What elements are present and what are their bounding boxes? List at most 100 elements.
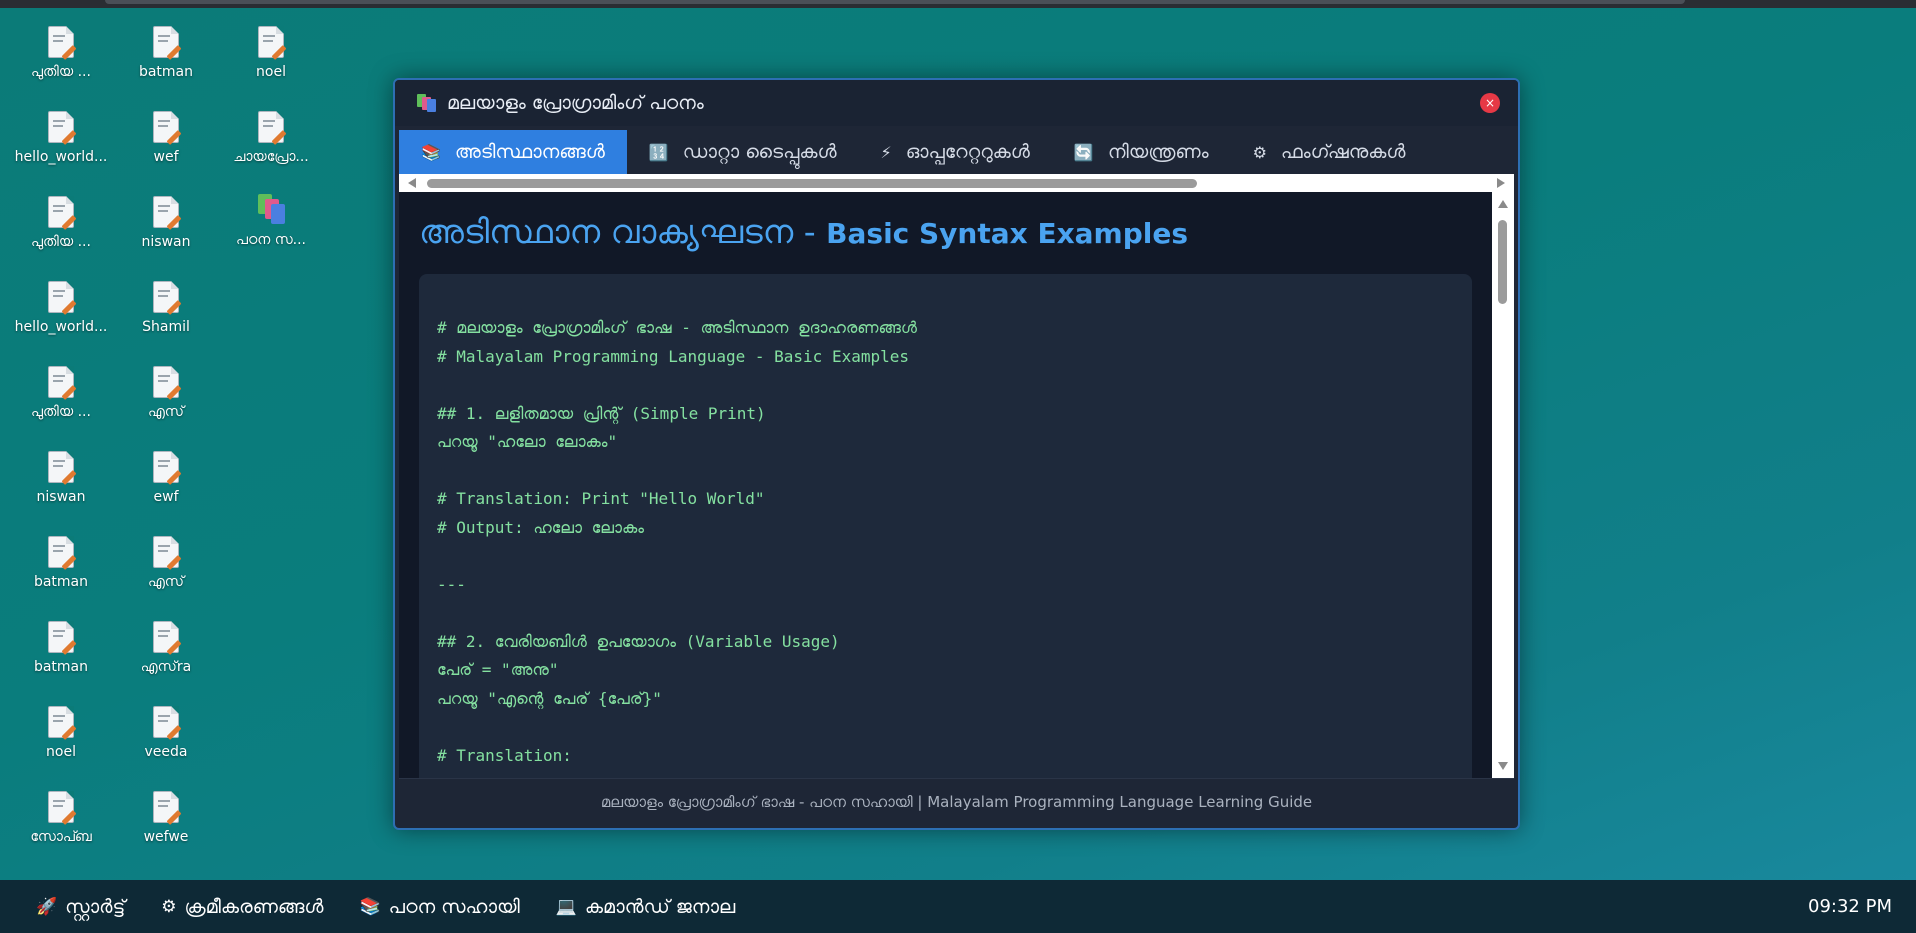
file-icon [48, 26, 77, 60]
rocket-icon: 🚀 [36, 896, 58, 917]
monitor-icon: 💻 [555, 896, 577, 917]
taskbar: 🚀 സ്റ്റാർട്ട് ⚙ ക്രമീകരണങ്ങൾ 📚 പഠന സഹായി 💻 ക… [0, 880, 1916, 933]
desktop-icon[interactable]: noel [221, 18, 321, 98]
app-window: മലയാളം പ്രോഗ്രാമിംഗ് പഠനം × 📚 അടിസ്ഥാനങ്ങ… [393, 78, 1520, 830]
desktop-icon-label: niswan [36, 489, 86, 505]
file-icon [48, 196, 77, 230]
desktop-icon[interactable]: ewf [116, 443, 216, 523]
desktop-icon-label: പഠന സ... [235, 232, 307, 248]
desktop-icon-label: എസ് [147, 404, 185, 420]
file-icon [48, 791, 77, 825]
gear-icon: ⚙ [161, 896, 177, 917]
window-footer: മലയാളം പ്രോഗ്രാമിംഗ് ഭാഷ - പഠന സഹായി | M… [399, 778, 1514, 825]
code-line: ## 1. ലളിതമായ പ്രിന്റ് (Simple Print) [437, 403, 766, 423]
desktop-icon[interactable]: wefwe [116, 783, 216, 863]
desktop-icon-label: പുതിയ ... [31, 404, 91, 420]
desktop-icon[interactable]: veeda [116, 698, 216, 778]
desktop-icon[interactable]: Shamil [116, 273, 216, 353]
content-title-en: Basic Syntax Examples [826, 217, 1189, 250]
books-icon [256, 194, 286, 226]
desktop-icon[interactable]: batman [116, 18, 216, 98]
taskbar-clock: 09:32 PM [1808, 896, 1892, 917]
taskbar-learning-guide-button[interactable]: 📚 പഠന സഹായി [359, 896, 519, 918]
file-icon [258, 26, 287, 60]
taskbar-command-window-button[interactable]: 💻 കമാൻഡ് ജനാല [556, 896, 735, 918]
desktop-icon[interactable]: hello_world... [11, 103, 111, 183]
vertical-scroll-thumb[interactable] [1498, 220, 1507, 304]
books-icon: 📚 [421, 142, 441, 162]
code-line: # Translation: Print "Hello World" [437, 489, 765, 508]
content-title: അടിസ്ഥാന വാക്യഘടന - Basic Syntax Example… [419, 212, 1188, 252]
close-button[interactable]: × [1480, 93, 1500, 113]
desktop-icon-label: ചായപ്രോ... [233, 149, 309, 165]
code-line: # മലയാളം പ്രോഗ്രാമിംഗ് ഭാഷ - അടിസ്ഥാന ഉദ… [437, 318, 917, 337]
desktop-icon[interactable]: സോപ്ബ [11, 783, 111, 863]
desktop-icon[interactable]: hello_world... [11, 273, 111, 353]
file-icon [153, 451, 182, 485]
scroll-up-icon[interactable] [1498, 200, 1508, 208]
code-line: --- [437, 574, 466, 594]
code-line: പേര് = "അനു" [437, 660, 559, 679]
file-icon [258, 111, 287, 145]
scroll-left-icon[interactable] [408, 178, 416, 188]
code-line: പറയൂ "എന്റെ പേര് {പേര്}" [437, 688, 662, 708]
desktop-icon-label: hello_world... [14, 149, 108, 165]
code-line: ## 2. വേരിയബിൾ ഉപയോഗം (Variable Usage) [437, 631, 840, 651]
tab-label: നിയന്ത്രണം [1107, 141, 1209, 163]
desktop-icon[interactable]: batman [11, 528, 111, 608]
desktop-icon[interactable]: പുതിയ ... [11, 188, 111, 268]
file-icon [48, 706, 77, 740]
tab-functions[interactable]: ⚙ ഫംഗ്ഷനുകൾ [1231, 130, 1428, 174]
desktop-icon-label: batman [33, 659, 89, 675]
file-icon [48, 621, 77, 655]
file-icon [153, 366, 182, 400]
desktop-icon[interactable]: wef [116, 103, 216, 183]
file-icon [153, 196, 182, 230]
vertical-scrollbar[interactable] [1492, 192, 1514, 778]
tab-operators[interactable]: ⚡ ഓപ്പറേറ്ററുകൾ [859, 130, 1052, 174]
desktop-icon[interactable]: പുതിയ ... [11, 358, 111, 438]
desktop-icon[interactable]: പുതിയ ... [11, 18, 111, 98]
content-title-ml: അടിസ്ഥാന വാക്യഘടന - [419, 212, 827, 251]
horizontal-scrollbar[interactable] [399, 174, 1514, 192]
tab-label: ഡാറ്റാ ടൈപ്പുകൾ [682, 141, 837, 163]
desktop-icon[interactable]: niswan [116, 188, 216, 268]
numbers-icon: 🔢 [648, 142, 669, 162]
tab-basics[interactable]: 📚 അടിസ്ഥാനങ്ങൾ [399, 130, 627, 174]
desktop-icon-label: പുതിയ ... [31, 64, 91, 80]
scroll-down-icon[interactable] [1498, 762, 1508, 770]
code-line: # Translation: [437, 745, 572, 765]
lightning-icon: ⚡ [880, 142, 892, 162]
desktop-icon-label: wefwe [143, 829, 189, 845]
desktop-icon-label: noel [256, 64, 286, 80]
top-strip-bar [105, 0, 1685, 4]
desktop-icon-label: എസ്ra [140, 659, 192, 675]
file-icon [153, 111, 182, 145]
desktop-icon[interactable]: noel [11, 698, 111, 778]
scroll-right-icon[interactable] [1497, 178, 1505, 188]
taskbar-label: ക്രമീകരണങ്ങൾ [184, 895, 324, 918]
desktop-icon[interactable]: എസ് [116, 358, 216, 438]
horizontal-scroll-thumb[interactable] [427, 179, 1197, 188]
desktop-icon[interactable]: ചായപ്രോ... [221, 103, 321, 183]
desktop-icon[interactable]: എസ്ra [116, 613, 216, 693]
desktop-icon[interactable]: പഠന സ... [221, 188, 321, 268]
desktop-icon[interactable]: batman [11, 613, 111, 693]
taskbar-start-button[interactable]: 🚀 സ്റ്റാർട്ട് [36, 896, 125, 918]
file-icon [153, 536, 182, 570]
file-icon [48, 281, 77, 315]
desktop-icon-label: veeda [144, 744, 188, 760]
taskbar-label: കമാൻഡ് ജനാല [584, 895, 736, 918]
desktop-icon[interactable]: എസ് [116, 528, 216, 608]
desktop-icon[interactable]: niswan [11, 443, 111, 523]
tab-label: ഫംഗ്ഷനുകൾ [1280, 141, 1406, 163]
tab-control[interactable]: 🔄 നിയന്ത്രണം [1052, 130, 1231, 174]
taskbar-settings-button[interactable]: ⚙ ക്രമീകരണങ്ങൾ [161, 896, 323, 918]
code-text: # മലയാളം പ്രോഗ്രാമിംഗ് ഭാഷ - അടിസ്ഥാന ഉദ… [437, 314, 917, 770]
tab-data-types[interactable]: 🔢 ഡാറ്റാ ടൈപ്പുകൾ [627, 130, 859, 174]
window-titlebar[interactable]: മലയാളം പ്രോഗ്രാമിംഗ് പഠനം × [395, 80, 1518, 126]
desktop-icon-label: wef [153, 149, 179, 165]
